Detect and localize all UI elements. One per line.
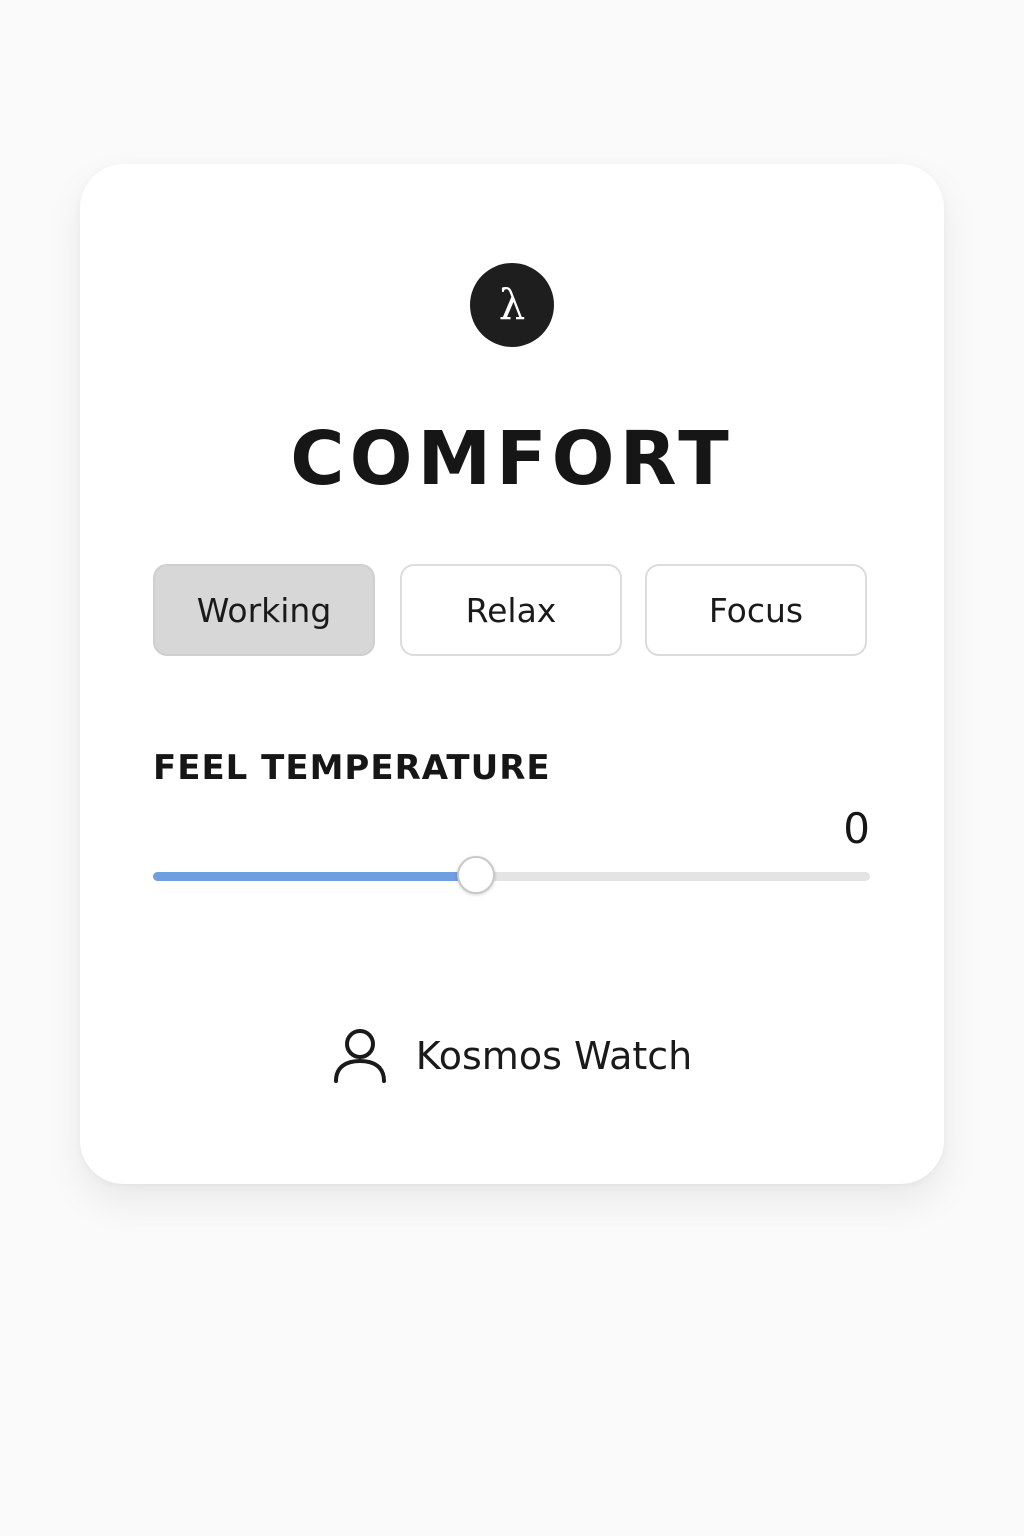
user-name: Kosmos Watch — [415, 1034, 693, 1078]
comfort-card: λ COMFORT Working Relax Focus FEEL TEMPE… — [80, 164, 944, 1184]
page-title: COMFORT — [290, 416, 734, 502]
feel-temperature-value: 0 — [843, 804, 870, 853]
lambda-logo-icon: λ — [470, 263, 554, 347]
mode-button-focus[interactable]: Focus — [645, 564, 867, 656]
mode-selector: Working Relax Focus — [153, 564, 870, 658]
feel-temperature-slider[interactable] — [153, 856, 870, 896]
user-icon — [332, 1027, 388, 1085]
slider-thumb[interactable] — [456, 856, 495, 894]
logo-glyph: λ — [498, 280, 526, 329]
mode-button-relax[interactable]: Relax — [400, 564, 622, 656]
mode-button-working[interactable]: Working — [153, 564, 375, 656]
slider-fill — [153, 872, 476, 881]
user-account[interactable]: Kosmos Watch — [80, 1026, 944, 1086]
feel-temperature-label: FEEL TEMPERATURE — [153, 748, 551, 788]
